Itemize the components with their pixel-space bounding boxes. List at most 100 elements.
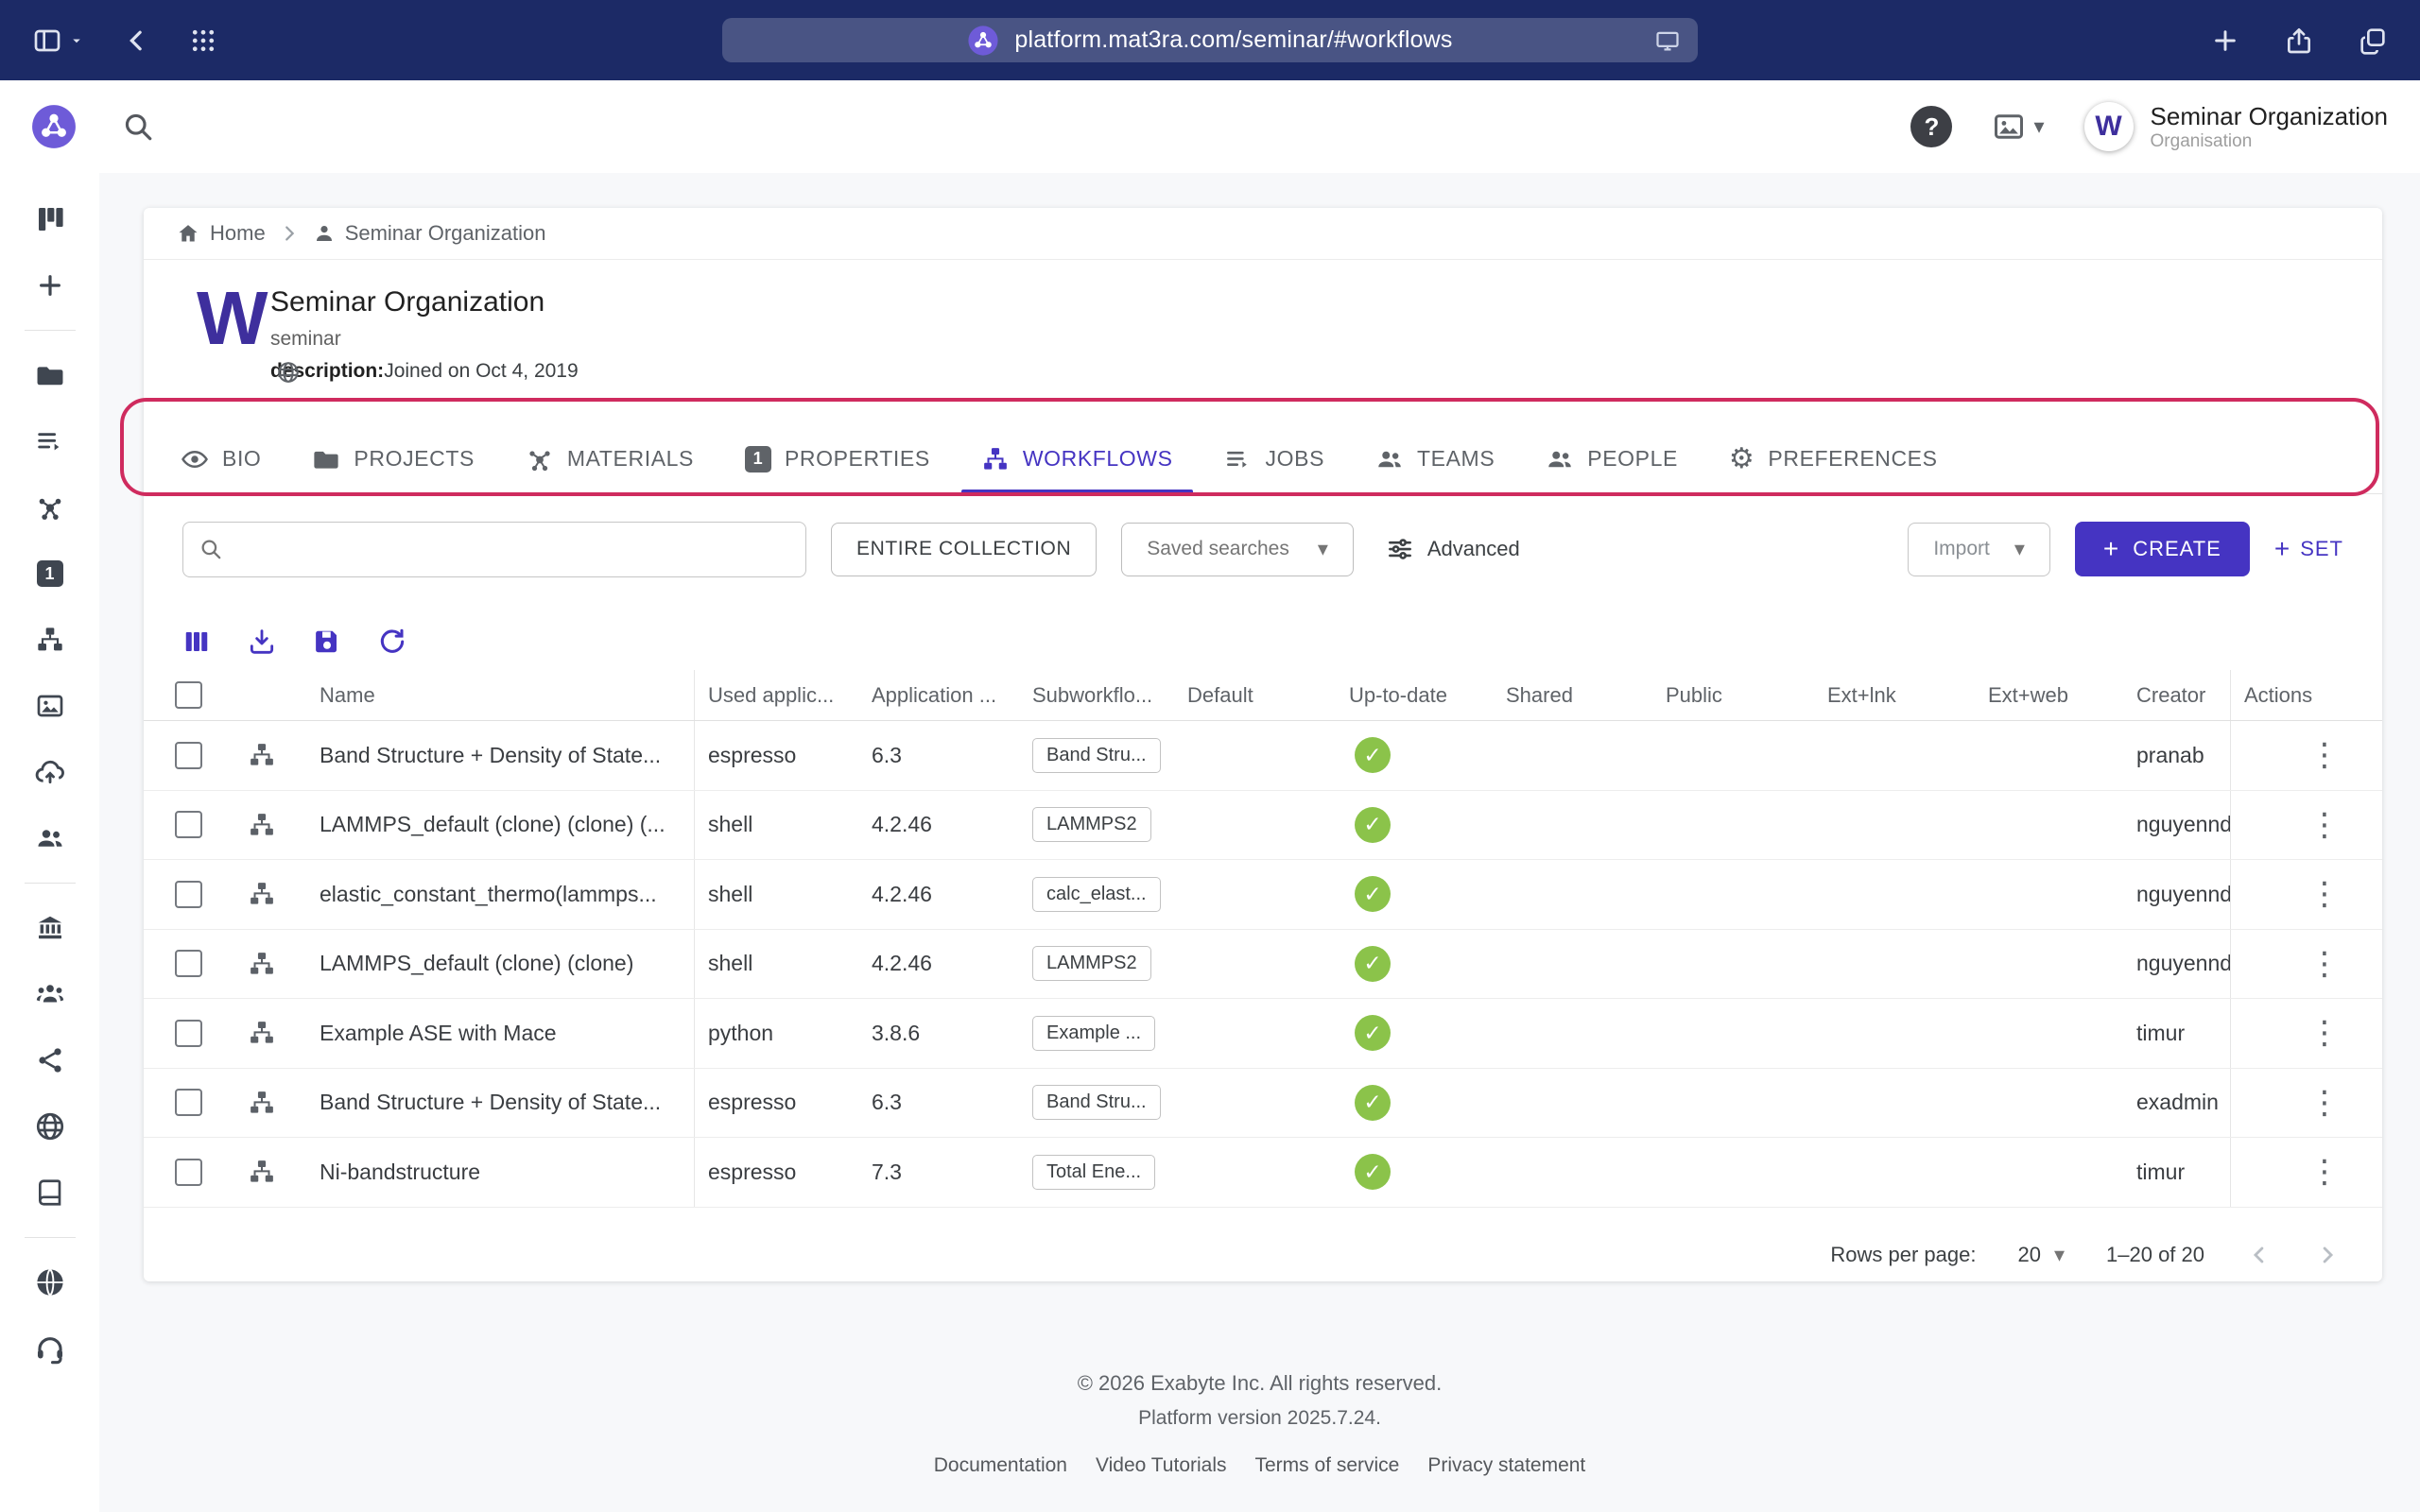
row-actions-menu[interactable]: ⋮: [2308, 1087, 2341, 1119]
column-header-ext-web[interactable]: Ext+web: [1975, 670, 2123, 720]
globe-icon[interactable]: [16, 1093, 84, 1160]
footer-link-documentation[interactable]: Documentation: [934, 1454, 1067, 1477]
row-checkbox[interactable]: [175, 742, 202, 769]
subworkflow-chip[interactable]: Example ...: [1032, 1016, 1155, 1051]
dashboard-icon[interactable]: [16, 186, 84, 252]
row-actions-menu[interactable]: ⋮: [2308, 739, 2341, 771]
entire-collection-button[interactable]: ENTIRE COLLECTION: [831, 523, 1097, 576]
footer-link-terms-of-service[interactable]: Terms of service: [1255, 1454, 1400, 1477]
row-checkbox[interactable]: [175, 881, 202, 908]
chevron-down-icon[interactable]: [68, 32, 85, 49]
search-box[interactable]: [182, 522, 806, 577]
workflow-name[interactable]: Example ASE with Mace: [320, 1021, 557, 1046]
table-row[interactable]: Band Structure + Density of State... esp…: [144, 721, 2382, 791]
console-switcher[interactable]: ▾: [1992, 110, 2044, 144]
tab-bio[interactable]: BIO: [155, 424, 286, 493]
tab-properties[interactable]: 1 PROPERTIES: [719, 424, 956, 493]
next-page-button[interactable]: [2314, 1242, 2341, 1268]
display-mode-icon[interactable]: [1654, 27, 1681, 54]
set-button[interactable]: + SET: [2274, 534, 2343, 564]
refresh-icon[interactable]: [377, 627, 407, 657]
account-menu[interactable]: W Seminar Organization Organisation: [2084, 101, 2388, 153]
column-header-up-to-date[interactable]: Up-to-date: [1336, 670, 1493, 720]
column-header-default[interactable]: Default: [1174, 670, 1336, 720]
tab-preferences[interactable]: ⚙ PREFERENCES: [1703, 424, 1963, 493]
tab-overview-icon[interactable]: [2358, 26, 2388, 56]
row-actions-menu[interactable]: ⋮: [2308, 809, 2341, 841]
subworkflow-chip[interactable]: calc_elast...: [1032, 877, 1161, 912]
workflows-tree-icon[interactable]: [16, 607, 84, 673]
cloud-upload-icon[interactable]: [16, 739, 84, 805]
row-actions-menu[interactable]: ⋮: [2308, 948, 2341, 980]
tab-people[interactable]: PEOPLE: [1520, 424, 1703, 493]
share-nodes-icon[interactable]: [16, 1027, 84, 1093]
website-globe-icon[interactable]: [16, 1249, 84, 1315]
properties-icon[interactable]: 1: [16, 541, 84, 607]
row-checkbox[interactable]: [175, 1089, 202, 1116]
previous-page-button[interactable]: [2246, 1242, 2273, 1268]
subworkflow-chip[interactable]: LAMMPS2: [1032, 807, 1151, 842]
search-input[interactable]: [234, 537, 790, 561]
table-row[interactable]: LAMMPS_default (clone) (clone) shell 4.2…: [144, 930, 2382, 1000]
saved-searches-dropdown[interactable]: Saved searches ▾: [1121, 523, 1354, 576]
people-group-icon[interactable]: [16, 961, 84, 1027]
tab-materials[interactable]: MATERIALS: [500, 424, 719, 493]
teams-icon[interactable]: [16, 805, 84, 871]
create-button[interactable]: + CREATE: [2075, 522, 2250, 576]
column-header-used-application[interactable]: Used applic...: [695, 670, 858, 720]
workflow-name[interactable]: elastic_constant_thermo(lammps...: [320, 882, 657, 907]
table-row[interactable]: LAMMPS_default (clone) (clone) (... shel…: [144, 791, 2382, 861]
organization-bank-icon[interactable]: [16, 895, 84, 961]
sidebar-toggle-icon[interactable]: [32, 26, 62, 56]
row-checkbox[interactable]: [175, 811, 202, 838]
new-tab-icon[interactable]: [2210, 26, 2240, 56]
help-icon[interactable]: ?: [1910, 106, 1952, 147]
workflow-name[interactable]: Band Structure + Density of State...: [320, 743, 661, 768]
row-checkbox[interactable]: [175, 1159, 202, 1186]
column-header-creator[interactable]: Creator: [2123, 670, 2231, 720]
subworkflow-chip[interactable]: Total Ene...: [1032, 1155, 1155, 1190]
row-actions-menu[interactable]: ⋮: [2308, 1017, 2341, 1049]
subworkflow-chip[interactable]: Band Stru...: [1032, 738, 1161, 773]
table-row[interactable]: Ni-bandstructure espresso 7.3 Total Ene.…: [144, 1138, 2382, 1208]
tab-teams[interactable]: TEAMS: [1350, 424, 1520, 493]
import-button[interactable]: Import ▾: [1908, 523, 2050, 576]
workflow-name[interactable]: LAMMPS_default (clone) (clone): [320, 951, 633, 976]
row-actions-menu[interactable]: ⋮: [2308, 878, 2341, 910]
jobs-list-icon[interactable]: [16, 408, 84, 474]
select-all-checkbox[interactable]: [175, 681, 202, 709]
column-header-ext-lnk[interactable]: Ext+lnk: [1814, 670, 1975, 720]
row-actions-menu[interactable]: ⋮: [2308, 1156, 2341, 1188]
row-checkbox[interactable]: [175, 950, 202, 977]
footer-link-video-tutorials[interactable]: Video Tutorials: [1096, 1454, 1227, 1477]
share-icon[interactable]: [2284, 26, 2314, 56]
column-header-name[interactable]: Name: [320, 670, 695, 720]
address-bar[interactable]: platform.mat3ra.com/seminar/#workflows: [722, 18, 1698, 62]
global-search-icon[interactable]: [121, 110, 155, 144]
materials-molecule-icon[interactable]: [16, 474, 84, 541]
footer-link-privacy-statement[interactable]: Privacy statement: [1427, 1454, 1585, 1477]
column-header-public[interactable]: Public: [1652, 670, 1814, 720]
workflow-name[interactable]: Ni-bandstructure: [320, 1160, 480, 1185]
projects-folder-icon[interactable]: [16, 342, 84, 408]
table-row[interactable]: Example ASE with Mace python 3.8.6 Examp…: [144, 999, 2382, 1069]
back-button[interactable]: [123, 26, 151, 55]
column-header-shared[interactable]: Shared: [1493, 670, 1652, 720]
workflow-name[interactable]: Band Structure + Density of State...: [320, 1090, 661, 1115]
save-icon[interactable]: [313, 627, 341, 656]
apps-grid-icon[interactable]: [189, 26, 217, 55]
mat3ra-logo[interactable]: [30, 103, 78, 150]
columns-icon[interactable]: [182, 627, 211, 656]
tab-workflows[interactable]: WORKFLOWS: [956, 424, 1199, 493]
column-header-application-version[interactable]: Application ...: [858, 670, 1019, 720]
advanced-filters-button[interactable]: Advanced: [1386, 535, 1520, 563]
table-row[interactable]: Band Structure + Density of State... esp…: [144, 1069, 2382, 1139]
tab-jobs[interactable]: JOBS: [1199, 424, 1350, 493]
column-header-subworkflows[interactable]: Subworkflo...: [1019, 670, 1174, 720]
subworkflow-chip[interactable]: Band Stru...: [1032, 1085, 1161, 1120]
images-icon[interactable]: [16, 673, 84, 739]
table-row[interactable]: elastic_constant_thermo(lammps... shell …: [144, 860, 2382, 930]
journal-icon[interactable]: [16, 1160, 84, 1226]
support-headset-icon[interactable]: [16, 1315, 84, 1382]
download-icon[interactable]: [247, 627, 277, 657]
